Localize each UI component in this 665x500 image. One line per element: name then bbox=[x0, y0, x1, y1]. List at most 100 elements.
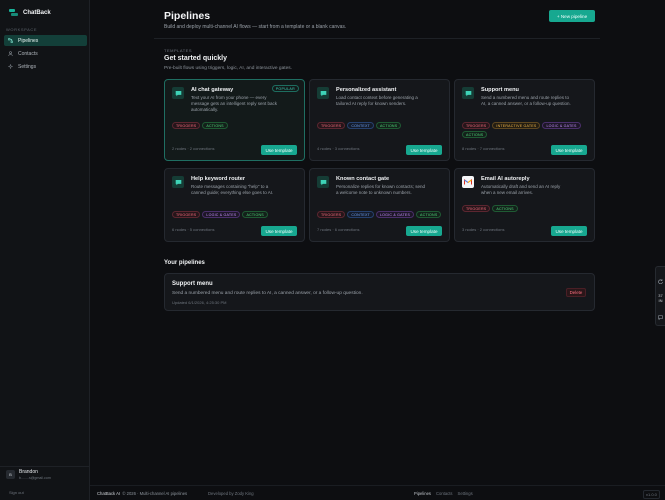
pipeline-card[interactable]: Support menu Send a numbered menu and ro… bbox=[164, 273, 595, 311]
popular-badge: POPULAR bbox=[271, 85, 299, 92]
user-icon bbox=[8, 51, 13, 56]
sign-out-link[interactable]: Sign out bbox=[9, 490, 24, 495]
pipelines-icon bbox=[8, 38, 13, 43]
pipeline-title: Support menu bbox=[172, 281, 213, 287]
workspace-label: WORKSPACE bbox=[6, 27, 38, 32]
template-tags: TRIGGERS ACTIONS bbox=[172, 122, 300, 129]
sidebar-nav: Pipelines Contacts Settings bbox=[4, 35, 87, 74]
brand[interactable]: ChatBack bbox=[9, 9, 51, 17]
user-profile[interactable]: B Brandon b........s@gmail.com bbox=[6, 469, 51, 480]
sidebar-item-label: Contacts bbox=[18, 50, 38, 57]
page-subtitle: Build and deploy multi-channel AI flows … bbox=[164, 24, 347, 30]
footer-links: Pipelines Contacts Settings bbox=[414, 491, 473, 496]
avatar: B bbox=[6, 470, 15, 479]
refresh-icon bbox=[658, 271, 663, 289]
chat-icon bbox=[172, 87, 184, 99]
widget-value-bottom: IN bbox=[658, 298, 663, 303]
tag-actions: ACTIONS bbox=[242, 211, 268, 218]
tag-actions: ACTIONS bbox=[202, 122, 228, 129]
use-template-button[interactable]: Use template bbox=[551, 145, 587, 155]
template-title: Help keyword router bbox=[191, 176, 246, 182]
tag-triggers: TRIGGERS bbox=[462, 122, 491, 129]
template-meta: 2 nodes · 2 connections bbox=[172, 146, 215, 151]
template-title: Support menu bbox=[481, 87, 519, 93]
template-description: Automatically draft and send an AI reply… bbox=[481, 184, 561, 195]
tag-context: CONTEXT bbox=[347, 211, 374, 218]
use-template-button[interactable]: Use template bbox=[406, 226, 442, 236]
chat-icon bbox=[317, 87, 329, 99]
template-tags: TRIGGERS CONTEXT ACTIONS bbox=[317, 122, 445, 129]
template-card-help-keyword-router[interactable]: Help keyword router Route messages conta… bbox=[164, 168, 305, 242]
sidebar-item-settings[interactable]: Settings bbox=[4, 61, 87, 72]
tag-triggers: TRIGGERS bbox=[317, 122, 346, 129]
chat-icon bbox=[462, 87, 474, 99]
sidebar: ChatBack WORKSPACE Pipelines Contacts Se… bbox=[0, 0, 90, 500]
template-meta: 8 nodes · 7 connections bbox=[462, 146, 505, 151]
template-description: Load contact context before generating a… bbox=[336, 95, 418, 106]
templates-subtitle: Pre-built flows using triggers, logic, A… bbox=[164, 66, 292, 71]
template-card-personalized-assistant[interactable]: Personalized assistant Load contact cont… bbox=[309, 79, 450, 161]
pipeline-updated: Updated 6/1/2026, 4:25:30 PM bbox=[172, 300, 227, 305]
sidebar-item-pipelines[interactable]: Pipelines bbox=[4, 35, 87, 46]
tag-interactive-gates: INTERACTIVE GATES bbox=[492, 122, 541, 129]
tag-actions: ACTIONS bbox=[416, 211, 442, 218]
tag-triggers: TRIGGERS bbox=[317, 211, 346, 218]
sidebar-item-contacts[interactable]: Contacts bbox=[4, 48, 87, 59]
template-tags: TRIGGERS ACTIONS bbox=[462, 205, 590, 212]
floating-widget[interactable]: 37 IN bbox=[655, 266, 665, 326]
template-title: AI chat gateway bbox=[191, 87, 234, 93]
widget-value: 37 IN bbox=[658, 293, 662, 303]
template-meta: 3 nodes · 2 connections bbox=[462, 227, 505, 232]
templates-title: Get started quickly bbox=[164, 55, 228, 62]
use-template-button[interactable]: Use template bbox=[261, 226, 297, 236]
delete-button[interactable]: Delete bbox=[566, 288, 586, 297]
chat-icon bbox=[172, 176, 184, 188]
user-name: Brandon bbox=[19, 469, 38, 475]
page-title: Pipelines bbox=[164, 10, 211, 22]
template-card-support-menu[interactable]: Support menu Send a numbered menu and ro… bbox=[454, 79, 595, 161]
template-meta: 4 nodes · 3 connections bbox=[317, 146, 360, 151]
template-tags: TRIGGERS INTERACTIVE GATES LOGIC & GATES… bbox=[462, 122, 590, 138]
footer-developer: Developed by Zody King bbox=[208, 491, 254, 496]
use-template-button[interactable]: Use template bbox=[261, 145, 297, 155]
use-template-button[interactable]: Use template bbox=[551, 226, 587, 236]
main-content: Pipelines Build and deploy multi-channel… bbox=[90, 0, 665, 500]
message-icon bbox=[658, 307, 663, 325]
template-tags: TRIGGERS LOGIC & GATES ACTIONS bbox=[172, 211, 300, 218]
sidebar-divider bbox=[0, 466, 90, 467]
template-meta: 6 nodes · 5 connections bbox=[172, 227, 215, 232]
template-title: Email AI autoreply bbox=[481, 176, 530, 182]
sidebar-item-label: Pipelines bbox=[18, 37, 39, 44]
tag-logic-gates: LOGIC & GATES bbox=[202, 211, 241, 218]
gmail-icon bbox=[462, 176, 474, 188]
tag-logic-gates: LOGIC & GATES bbox=[375, 211, 415, 218]
footer-link-settings[interactable]: Settings bbox=[458, 491, 473, 496]
template-description: Text your AI from your phone — every mes… bbox=[191, 95, 278, 112]
template-description: Route messages containing "help" to a ca… bbox=[191, 184, 274, 195]
footer-copy: © 2026 · Multi-channel AI pipelines bbox=[122, 491, 188, 496]
template-card-ai-chat-gateway[interactable]: AI chat gateway POPULAR Text your AI fro… bbox=[164, 79, 305, 161]
settings-icon bbox=[8, 64, 13, 69]
header-divider bbox=[154, 38, 600, 39]
template-tags: TRIGGERS CONTEXT LOGIC & GATES ACTIONS bbox=[317, 211, 445, 218]
template-card-known-contact-gate[interactable]: Known contact gate Personalize replies f… bbox=[309, 168, 450, 242]
template-meta: 7 nodes · 6 connections bbox=[317, 227, 360, 232]
use-template-button[interactable]: Use template bbox=[406, 145, 442, 155]
template-card-email-ai-autoreply[interactable]: Email AI autoreply Automatically draft a… bbox=[454, 168, 595, 242]
tag-logic-gates: LOGIC & GATES bbox=[542, 122, 581, 129]
tag-triggers: TRIGGERS bbox=[172, 211, 201, 218]
chatback-logo-icon bbox=[9, 9, 18, 17]
tag-triggers: TRIGGERS bbox=[172, 122, 201, 129]
footer-link-pipelines[interactable]: Pipelines bbox=[414, 491, 431, 496]
template-title: Known contact gate bbox=[336, 176, 390, 182]
chat-icon bbox=[317, 176, 329, 188]
tag-actions: ACTIONS bbox=[375, 122, 402, 129]
your-pipelines-title: Your pipelines bbox=[164, 260, 205, 266]
footer-copyright: ChatBack AI © 2026 · Multi-channel AI pi… bbox=[97, 491, 187, 496]
user-email: b........s@gmail.com bbox=[19, 476, 51, 480]
tag-context: CONTEXT bbox=[347, 122, 374, 129]
footer-link-contacts[interactable]: Contacts bbox=[436, 491, 453, 496]
footer-brand: ChatBack AI bbox=[97, 491, 121, 496]
new-pipeline-button[interactable]: + New pipeline bbox=[549, 10, 595, 22]
template-title: Personalized assistant bbox=[336, 87, 397, 93]
